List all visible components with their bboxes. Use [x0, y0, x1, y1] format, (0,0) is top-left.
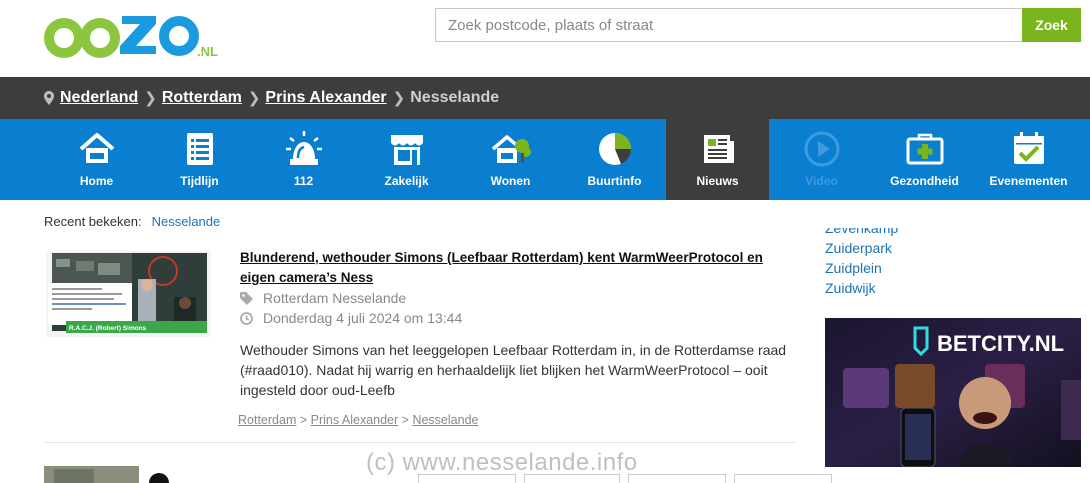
chevron-right-icon: ❯	[144, 90, 157, 107]
medkit-icon	[906, 133, 943, 165]
article-crumb-nesselande[interactable]: Nesselande	[412, 413, 478, 427]
search-button[interactable]: Zoek	[1022, 8, 1081, 42]
article-title[interactable]: Blunderend, wethouder Simons (Leefbaar R…	[240, 248, 790, 288]
nav-label: Wonen	[490, 174, 531, 188]
nav-item-evenementen[interactable]: Evenementen	[977, 119, 1080, 200]
oozo-logo[interactable]: .NL	[44, 8, 219, 60]
article-crumb-rotterdam[interactable]: Rotterdam	[238, 413, 296, 427]
recent-link-nesselande[interactable]: Nesselande	[152, 214, 221, 229]
logo-suffix: .NL	[197, 44, 218, 59]
nav-item-112[interactable]: 112	[252, 119, 355, 200]
sidebar-link-zuiderpark[interactable]: Zuiderpark	[825, 238, 898, 258]
newspaper-icon	[703, 135, 734, 163]
crumb-separator: >	[299, 413, 311, 427]
article-date-text: Donderdag 4 juli 2024 om 13:44	[263, 310, 463, 326]
article-divider	[44, 442, 796, 443]
article-breadcrumb: Rotterdam > Prins Alexander > Nesselande	[238, 413, 478, 427]
bottom-tab[interactable]	[734, 474, 832, 483]
nav-label: Tijdlijn	[180, 174, 219, 188]
timeline-icon	[186, 133, 213, 165]
article-thumbnail[interactable]: R.A.C.J. (Robert) Simons	[46, 251, 211, 337]
sidebar-link-zuidplein[interactable]: Zuidplein	[825, 258, 898, 278]
sidebar-link-zevenkamp[interactable]: Zevenkamp	[825, 228, 898, 238]
article-date: Donderdag 4 juli 2024 om 13:44	[240, 310, 462, 326]
tag-icon	[240, 291, 253, 305]
pie-chart-icon	[598, 133, 631, 165]
location-pin-icon	[44, 91, 54, 105]
breadcrumb-nederland[interactable]: Nederland	[60, 89, 138, 107]
article-excerpt: Wethouder Simons van het leeggelopen Lee…	[240, 342, 787, 398]
clock-icon	[240, 311, 253, 325]
house-tree-icon	[491, 135, 531, 163]
nav-label: Zakelijk	[384, 174, 429, 188]
home-icon	[79, 133, 114, 163]
sidebar-link-zuidwijk[interactable]: Zuidwijk	[825, 278, 898, 298]
shop-icon	[390, 135, 423, 165]
nav-item-buurtinfo[interactable]: Buurtinfo	[563, 119, 666, 200]
chevron-right-icon: ❯	[392, 90, 406, 107]
bottom-tab[interactable]	[418, 474, 516, 483]
crumb-separator: >	[401, 413, 413, 427]
nav-item-nieuws[interactable]: Nieuws	[666, 119, 769, 200]
breadcrumb-prins-alexander[interactable]: Prins Alexander	[265, 89, 386, 107]
nav-item-tijdlijn[interactable]: Tijdlijn	[148, 119, 251, 200]
sidebar-neighbourhood-list: Zevenkamp Zuiderpark Zuidplein Zuidwijk	[825, 228, 898, 298]
breadcrumb-rotterdam[interactable]: Rotterdam	[162, 89, 242, 107]
nav-label: Evenementen	[989, 174, 1068, 188]
chevron-right-icon: ❯	[247, 90, 261, 107]
bottom-tab[interactable]	[524, 474, 620, 483]
recent-viewed: Recent bekeken: Nesselande	[44, 214, 220, 229]
nav-label: Home	[79, 174, 114, 188]
nav-item-home[interactable]: Home	[45, 119, 148, 200]
nav-label: Gezondheid	[890, 174, 959, 188]
calendar-icon	[1013, 132, 1044, 164]
thumbnail-caption: R.A.C.J. (Robert) Simons	[69, 325, 147, 332]
nav-label: Video	[805, 174, 838, 188]
nav-item-gezondheid[interactable]: Gezondheid	[873, 119, 976, 200]
nav-item-zakelijk[interactable]: Zakelijk	[355, 119, 458, 200]
search-bar: Zoek	[435, 8, 1081, 42]
ad-brand: BETCITY.NL	[937, 331, 1064, 356]
breadcrumb-current: Nesselande	[410, 89, 500, 106]
search-input[interactable]	[435, 8, 1022, 42]
next-article-thumbnail[interactable]	[44, 466, 174, 483]
nav-label: 112	[293, 174, 314, 188]
nav-item-wonen[interactable]: Wonen	[459, 119, 562, 200]
article-location-text: Rotterdam Nesselande	[263, 290, 407, 306]
nav-label: Buurtinfo	[587, 174, 642, 188]
watermark: (c) www.nesselande.info	[366, 449, 638, 476]
article-location: Rotterdam Nesselande	[240, 290, 406, 306]
bottom-tab[interactable]	[628, 474, 726, 483]
nav-item-video[interactable]: Video	[770, 119, 873, 200]
nav-label: Nieuws	[696, 174, 739, 188]
main-nav: Home Tijdlijn 112 Zakelijk Wonen Buurtin…	[0, 119, 1090, 200]
play-icon	[804, 131, 839, 167]
article-crumb-prins-alexander[interactable]: Prins Alexander	[311, 413, 399, 427]
siren-icon	[285, 131, 322, 165]
recent-label: Recent bekeken:	[44, 214, 142, 229]
breadcrumb: Nederland ❯ Rotterdam ❯ Prins Alexander …	[0, 77, 1090, 119]
header: .NL Zoek	[0, 0, 1090, 77]
bottom-tab-strip	[418, 474, 840, 483]
betcity-advertisement[interactable]: BETCITY.NL	[825, 318, 1081, 467]
